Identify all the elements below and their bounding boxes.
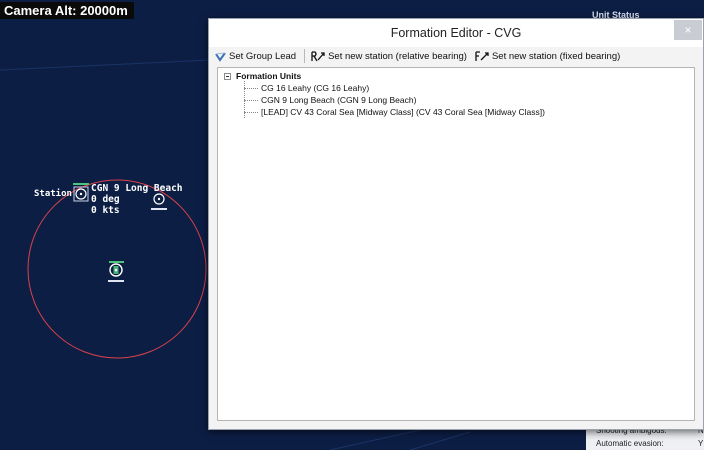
tree-root-label: Formation Units bbox=[236, 71, 302, 81]
toolbar-separator bbox=[304, 49, 306, 63]
relative-bearing-icon bbox=[311, 50, 325, 61]
tree-item-cgn-9-long-beach[interactable]: CGN 9 Long Beach (CGN 9 Long Beach) bbox=[244, 94, 416, 106]
tree-root-formation-units[interactable]: Formation Units bbox=[224, 70, 301, 82]
tree-branch-line bbox=[244, 99, 258, 101]
unit-heading: 0 deg bbox=[91, 194, 120, 205]
station-label: Station bbox=[34, 189, 72, 199]
status-value: Y bbox=[698, 439, 704, 448]
set-group-lead-button[interactable]: Set Group Lead bbox=[215, 51, 296, 62]
set-fixed-station-label: Set new station (fixed bearing) bbox=[491, 50, 621, 62]
set-fixed-station-button[interactable]: Set new station (fixed bearing) bbox=[475, 51, 620, 62]
tree-item-cg-16-leahy[interactable]: CG 16 Leahy (CG 16 Leahy) bbox=[244, 82, 369, 94]
set-group-lead-label: Set Group Lead bbox=[229, 50, 297, 62]
unit-name: CGN 9 Long Beach bbox=[91, 183, 183, 194]
formation-units-tree[interactable]: Formation Units CG 16 Leahy (CG 16 Leahy… bbox=[217, 67, 695, 421]
set-relative-station-button[interactable]: Set new station (relative bearing) bbox=[311, 51, 467, 62]
dialog-title: Formation Editor - CVG bbox=[390, 26, 522, 40]
fixed-bearing-icon bbox=[475, 50, 489, 61]
tree-item-label: CG 16 Leahy (CG 16 Leahy) bbox=[261, 83, 370, 93]
collapse-icon[interactable] bbox=[224, 72, 231, 80]
tree-branch-line bbox=[244, 87, 258, 89]
formation-editor-dialog: Formation Editor - CVG × Set Group Lead … bbox=[208, 18, 704, 430]
close-button[interactable]: × bbox=[674, 20, 702, 40]
unit-speed: 0 kts bbox=[91, 205, 120, 216]
unit-info-text: CGN 9 Long Beach 0 deg 0 kts bbox=[91, 183, 183, 216]
tree-item-cv-43-coral-sea[interactable]: [LEAD] CV 43 Coral Sea [Midway Class] (C… bbox=[244, 106, 545, 118]
camera-altitude-readout: Camera Alt: 20000m bbox=[0, 2, 134, 19]
dialog-toolbar: Set Group Lead Set new station (relative… bbox=[209, 47, 703, 65]
status-label: Automatic evasion: bbox=[596, 439, 664, 448]
tree-item-label: CGN 9 Long Beach (CGN 9 Long Beach) bbox=[261, 95, 417, 105]
group-lead-icon bbox=[215, 51, 226, 62]
status-row: Automatic evasion: Y bbox=[586, 437, 704, 450]
dialog-titlebar[interactable]: Formation Editor - CVG × bbox=[209, 19, 703, 47]
tree-branch-line bbox=[244, 111, 258, 113]
set-relative-station-label: Set new station (relative bearing) bbox=[328, 50, 467, 62]
tree-item-label: [LEAD] CV 43 Coral Sea [Midway Class] (C… bbox=[261, 107, 545, 117]
